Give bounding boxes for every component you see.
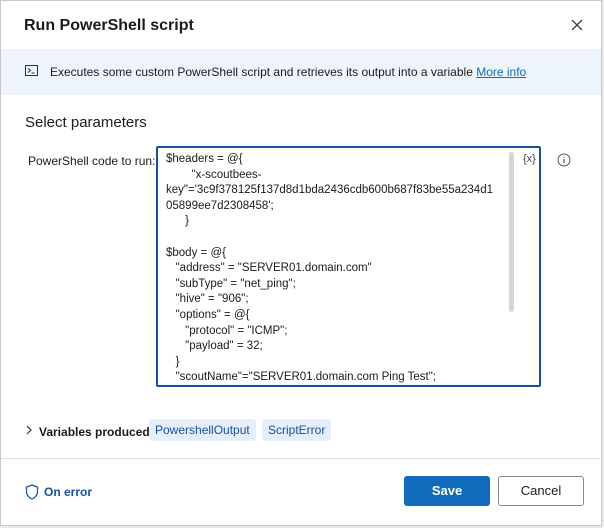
code-line: "scoutName"="SERVER01.domain.com Ping Te… (166, 371, 436, 384)
variable-chip-scripterror[interactable]: ScriptError (262, 419, 332, 441)
chevron-right-icon[interactable] (25, 425, 33, 435)
powershell-code-label: PowerShell code to run: (28, 154, 156, 168)
code-line: $body = @{ (166, 246, 226, 259)
code-line: "subType" = "net_ping"; (166, 277, 296, 290)
cancel-button[interactable]: Cancel (498, 476, 584, 506)
powershell-code-input[interactable]: $headers = @{ "x-scoutbees-key"='3c9f378… (156, 146, 541, 387)
code-line: } (166, 355, 180, 368)
code-line: key"='3c9f378125f137d8d1bda2436cdb600b68… (166, 184, 493, 197)
code-line: 05899ee7d2308458'; (166, 199, 274, 212)
variables-produced-toggle[interactable]: Variables produced (39, 425, 150, 439)
variable-picker-button[interactable]: {x} (523, 153, 536, 165)
variable-chip-powershelloutput[interactable]: PowershellOutput (149, 419, 256, 441)
info-icon[interactable] (557, 153, 571, 167)
code-line: "options" = @{ (166, 308, 250, 321)
info-banner: Executes some custom PowerShell script a… (1, 49, 601, 95)
banner-text: Executes some custom PowerShell script a… (50, 65, 527, 79)
code-line: "protocol" = "ICMP"; (166, 324, 288, 337)
code-line: $headers = @{ (166, 153, 243, 165)
terminal-icon (25, 65, 38, 76)
shield-icon (25, 484, 39, 500)
section-title: Select parameters (25, 114, 147, 131)
code-line: "address" = "SERVER01.domain.com" (166, 262, 372, 275)
code-line: } (166, 215, 190, 228)
code-line: "payload" = 32; (166, 340, 263, 353)
on-error-button[interactable]: On error (44, 485, 92, 499)
save-button[interactable]: Save (404, 476, 490, 506)
more-info-link[interactable]: More info (476, 65, 526, 79)
code-line: "hive" = "906"; (166, 293, 249, 306)
footer-divider (1, 458, 601, 459)
dialog-title: Run PowerShell script (24, 17, 194, 34)
code-line: "x-scoutbees- (166, 168, 262, 181)
run-powershell-dialog: Run PowerShell script Executes some cust… (0, 0, 602, 526)
close-icon[interactable] (567, 15, 587, 35)
code-scrollbar[interactable] (509, 152, 514, 312)
code-lines[interactable]: $headers = @{ "x-scoutbees-key"='3c9f378… (166, 152, 502, 385)
